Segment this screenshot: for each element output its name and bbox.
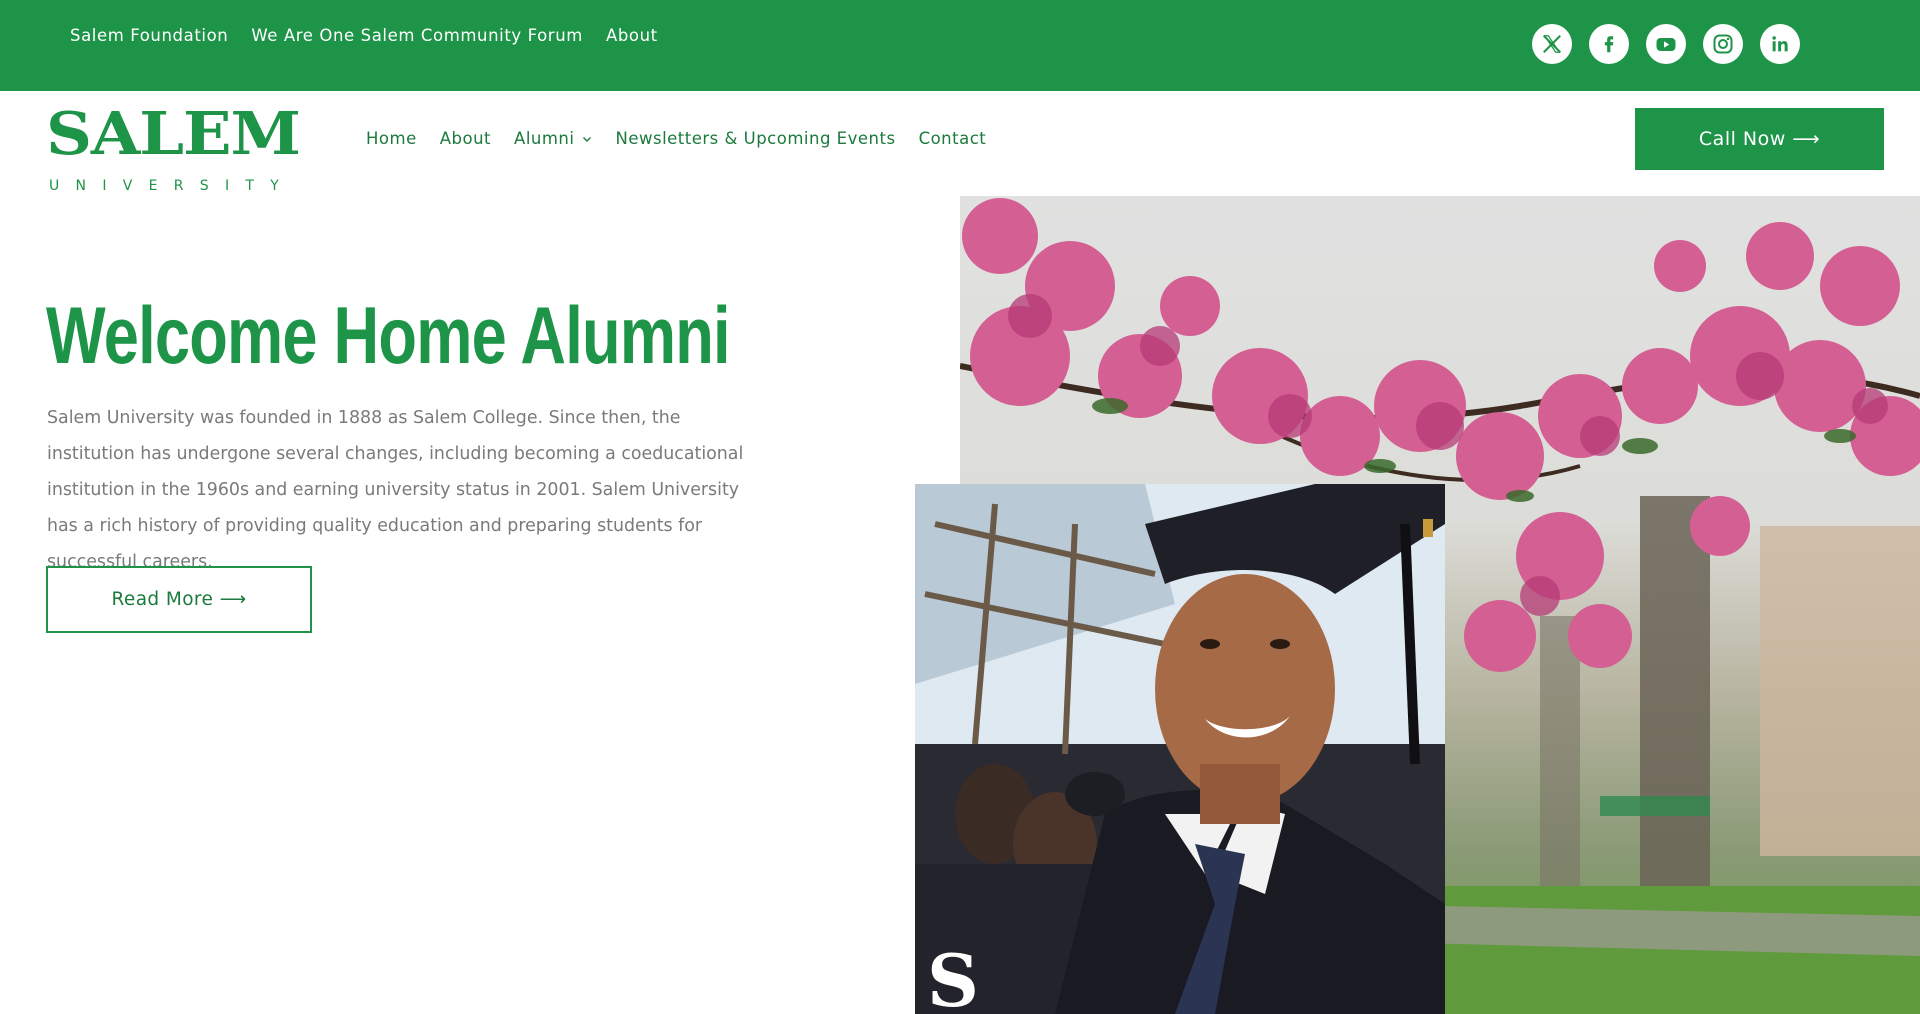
- read-more-button[interactable]: Read More ⟶: [46, 566, 312, 633]
- svg-text:S: S: [927, 938, 979, 1014]
- logo-subtitle: UNIVERSITY: [49, 178, 296, 194]
- top-utility-bar: Salem Foundation We Are One Salem Commun…: [0, 0, 1920, 91]
- hero-title: Welcome Home Alumni: [46, 291, 731, 381]
- chevron-down-icon: [583, 136, 592, 142]
- hero-description: Salem University was founded in 1888 as …: [47, 408, 744, 572]
- logo-wordmark: SALEM: [46, 99, 301, 168]
- linkedin-icon[interactable]: [1760, 24, 1800, 64]
- utility-link-salem-foundation[interactable]: Salem Foundation: [70, 26, 228, 45]
- facebook-icon[interactable]: [1589, 24, 1629, 64]
- main-header: SALEM UNIVERSITY Home About Alumni Newsl…: [0, 91, 1920, 196]
- primary-nav: Home About Alumni Newsletters & Upcoming…: [366, 129, 986, 148]
- utility-links: Salem Foundation We Are One Salem Commun…: [70, 26, 658, 45]
- youtube-icon[interactable]: [1646, 24, 1686, 64]
- nav-home[interactable]: Home: [366, 129, 417, 148]
- call-now-button[interactable]: Call Now ⟶: [1635, 108, 1884, 170]
- social-links: [1532, 24, 1800, 64]
- nav-alumni-label: Alumni: [514, 129, 575, 148]
- salem-university-logo[interactable]: SALEM UNIVERSITY: [46, 104, 301, 193]
- x-icon[interactable]: [1532, 24, 1572, 64]
- nav-about[interactable]: About: [440, 129, 491, 148]
- graduate-photo: S: [915, 484, 1445, 1014]
- utility-link-about[interactable]: About: [606, 26, 658, 45]
- nav-newsletters-events[interactable]: Newsletters & Upcoming Events: [615, 129, 895, 148]
- nav-contact[interactable]: Contact: [919, 129, 987, 148]
- nav-alumni[interactable]: Alumni: [514, 129, 592, 148]
- utility-link-community-forum[interactable]: We Are One Salem Community Forum: [251, 26, 583, 45]
- instagram-icon[interactable]: [1703, 24, 1743, 64]
